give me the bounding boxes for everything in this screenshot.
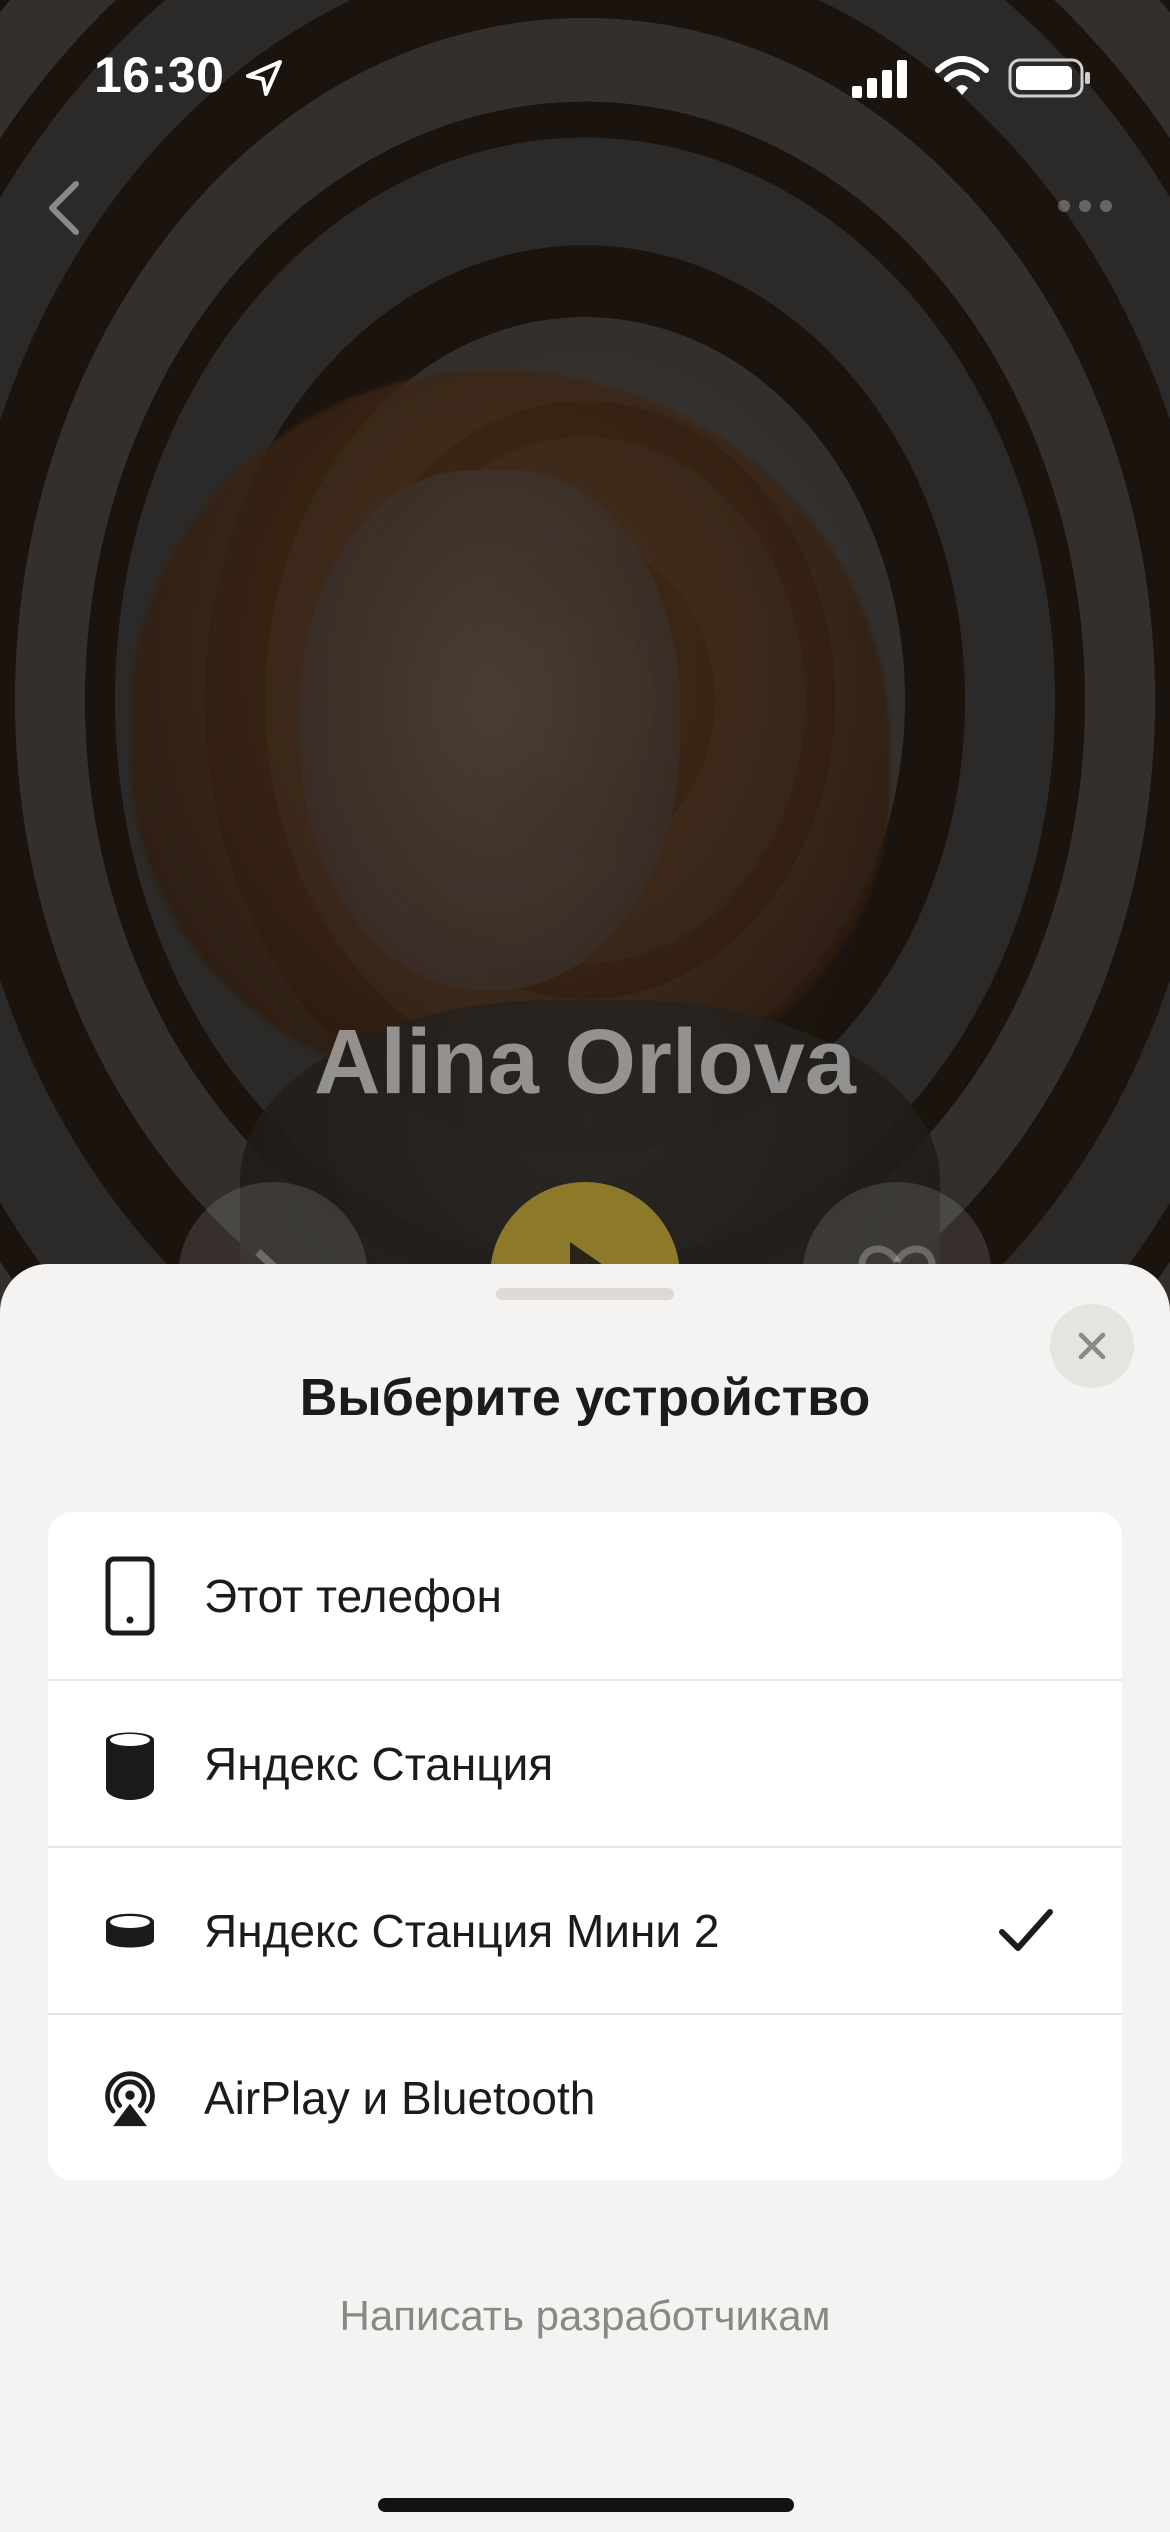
phone-icon	[100, 1556, 160, 1636]
device-picker-sheet: Выберите устройство Этот телефон Яндекс …	[0, 1264, 1170, 2532]
more-dots-icon[interactable]	[1056, 198, 1114, 214]
location-arrow-icon	[246, 60, 282, 96]
device-label: Яндекс Станция	[204, 1737, 554, 1790]
mini-speaker-icon	[100, 1891, 160, 1971]
smart-speaker-icon	[100, 1724, 160, 1804]
device-row-airplay-bluetooth[interactable]: AirPlay и Bluetooth	[48, 2013, 1122, 2180]
device-label: Яндекс Станция Мини 2	[204, 1904, 720, 1957]
status-bar: 16:30	[0, 0, 1170, 150]
chevron-left-icon[interactable]	[40, 178, 88, 238]
device-label: AirPlay и Bluetooth	[204, 2071, 596, 2124]
airplay-icon	[100, 2058, 160, 2138]
write-to-developers-link[interactable]: Написать разработчикам	[0, 2292, 1170, 2340]
status-time: 16:30	[94, 47, 225, 103]
device-row-yandex-station-mini-2[interactable]: Яндекс Станция Мини 2	[48, 1846, 1122, 2013]
artist-name: Alina Orlova	[314, 1011, 856, 1113]
checkmark-icon	[999, 1909, 1053, 1951]
close-icon	[1078, 1332, 1106, 1360]
device-list: Этот телефон Яндекс Станция Яндекс Станц…	[48, 1512, 1122, 2180]
artist-photo-hair	[130, 370, 890, 1090]
cellular-signal-icon	[852, 60, 907, 98]
device-row-this-phone[interactable]: Этот телефон	[48, 1512, 1122, 1679]
home-indicator[interactable]	[378, 2498, 794, 2512]
wifi-icon	[935, 56, 989, 95]
device-label: Этот телефон	[204, 1569, 502, 1622]
battery-icon	[1008, 58, 1090, 98]
sheet-grabber[interactable]	[496, 1288, 674, 1300]
device-row-yandex-station[interactable]: Яндекс Станция	[48, 1679, 1122, 1846]
artist-photo-face	[300, 470, 680, 990]
sheet-title: Выберите устройство	[299, 1369, 871, 1427]
